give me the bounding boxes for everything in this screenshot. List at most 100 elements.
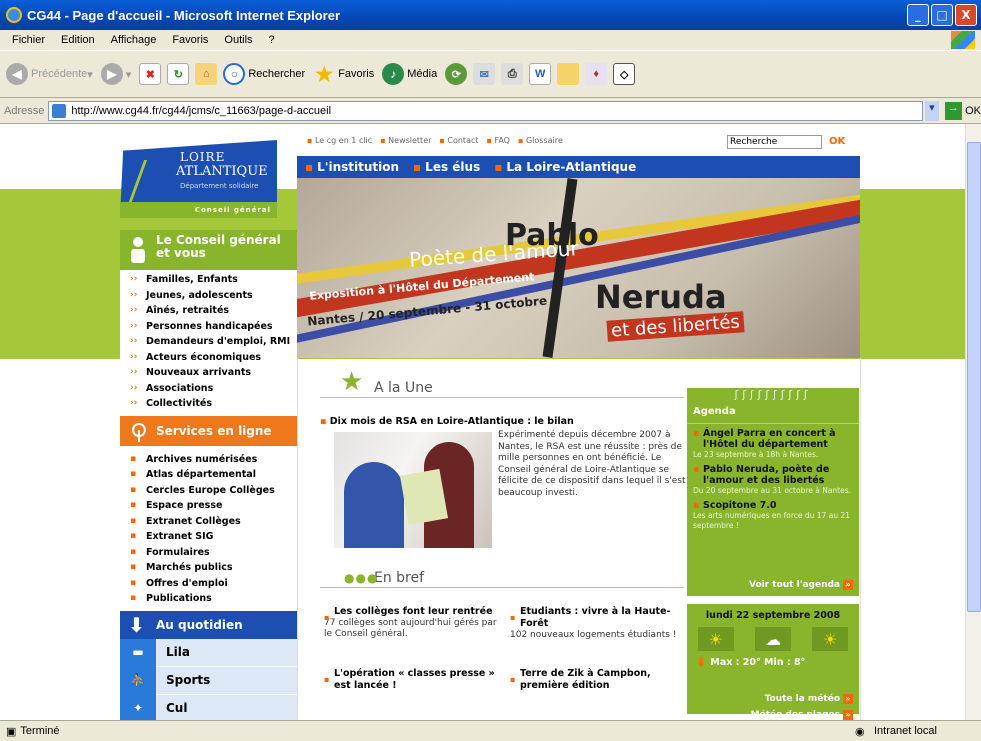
sidebar-item-aines[interactable]: Aînés, retraités <box>128 303 297 319</box>
quotidien-culture[interactable]: ✦ Cul <box>120 694 297 720</box>
search-ok-button[interactable]: OK <box>829 136 845 147</box>
news-terre-de-zik[interactable]: Terre de Zik à Campbon, première édition <box>510 668 690 692</box>
a-la-une: ★A la Une Dix mois de RSA en Loire-Atlan… <box>320 369 686 691</box>
menu-affichage[interactable]: Affichage <box>111 34 157 46</box>
rsa-photo[interactable] <box>334 432 492 548</box>
news-etudiants[interactable]: Etudiants : vivre à la Haute-Forêt 102 n… <box>510 606 690 641</box>
agenda-item-scopitone[interactable]: Scopitone 7.0Les arts numériques en forc… <box>687 496 859 531</box>
edit-icon[interactable]: W <box>529 63 552 85</box>
scroll-thumb[interactable] <box>967 142 981 612</box>
meteo-date: lundi 22 septembre 2008 <box>705 610 841 621</box>
sidebar-item-acteurs[interactable]: Acteurs économiques <box>128 350 297 366</box>
maximize-button[interactable]: □ <box>931 4 953 26</box>
news-colleges[interactable]: Les collèges font leur rentrée 77 collèg… <box>324 606 504 640</box>
nav-loire-atlantique[interactable]: La Loire-Atlantique <box>494 160 636 174</box>
news-classes-presse[interactable]: L'opération « classes presse » est lancé… <box>324 668 504 692</box>
chevron-down-icon[interactable]: ▾ <box>925 100 939 121</box>
menu-fichier[interactable]: Fichier <box>12 34 45 46</box>
address-label: Adresse <box>4 104 45 117</box>
sidebar-list-conseil: Familles, Enfants Jeunes, adolescents Aî… <box>120 270 297 416</box>
agenda-title: Agenda <box>687 402 859 424</box>
sidebar-item-jeunes[interactable]: Jeunes, adolescents <box>128 288 297 304</box>
menu-help[interactable]: ? <box>269 34 275 46</box>
agenda-all-link[interactable]: Voir tout l'agenda» <box>749 580 853 590</box>
neruda-banner[interactable]: Pablo Poète de l'amour Neruda Exposition… <box>297 178 860 358</box>
minimize-button[interactable]: _ <box>907 4 929 26</box>
media-icon: ♪ <box>382 63 405 85</box>
bus-icon: ▬ <box>120 638 156 666</box>
link-newsletter[interactable]: Newsletter <box>380 136 431 145</box>
quotidien-sports[interactable]: ⛹ Sports <box>120 666 297 695</box>
sidebar-item-emploi[interactable]: Demandeurs d'emploi, RMI <box>128 334 297 350</box>
vertical-scrollbar[interactable] <box>965 124 981 720</box>
history-icon[interactable]: ⟳ <box>445 63 468 85</box>
main-nav: L'institution Les élus La Loire-Atlantiq… <box>297 156 860 178</box>
page-icon: ▣ <box>6 725 17 738</box>
sidebar-item-archives[interactable]: Archives numérisées <box>128 452 297 468</box>
rsa-text: Expérimenté depuis décembre 2007 à Nante… <box>498 430 686 498</box>
address-input[interactable]: http://www.cg44.fr/cg44/jcms/c_11663/pag… <box>48 100 924 121</box>
research-icon[interactable]: ◇ <box>613 63 636 85</box>
sidebar-item-marches[interactable]: Marchés publics <box>128 560 297 576</box>
sidebar-item-extranet-sig[interactable]: Extranet SIG <box>128 529 297 545</box>
sidebar-item-extranet-colleges[interactable]: Extranet Collèges <box>128 514 297 530</box>
nav-institution[interactable]: L'institution <box>305 160 399 174</box>
sidebar-item-arrivants[interactable]: Nouveaux arrivants <box>128 365 297 381</box>
sidebar-head-conseil: Le Conseil général et vous <box>120 230 297 270</box>
forward-arrow-icon: ▶ <box>100 63 123 85</box>
menu-edition[interactable]: Edition <box>61 34 95 46</box>
sidebar-item-associations[interactable]: Associations <box>128 381 297 397</box>
refresh-icon[interactable]: ↻ <box>167 63 190 85</box>
favorites-button[interactable]: ★ Favoris <box>313 63 374 86</box>
search-input[interactable]: Recherche <box>727 135 822 149</box>
go-button[interactable]: OK <box>965 105 981 117</box>
title-bar: CG44 - Page d'accueil - Microsoft Intern… <box>0 0 981 30</box>
messenger-icon[interactable]: ♦ <box>585 63 608 85</box>
link-contact[interactable]: Contact <box>439 136 478 145</box>
window-title: CG44 - Page d'accueil - Microsoft Intern… <box>27 7 341 23</box>
search-icon: ○ <box>223 63 246 85</box>
close-button[interactable]: X <box>955 4 977 26</box>
forward-button[interactable]: ▶ ▾ <box>100 63 131 85</box>
sidebar-item-collectivites[interactable]: Collectivités <box>128 396 297 412</box>
sidebar-item-familles[interactable]: Familles, Enfants <box>128 272 297 288</box>
home-icon[interactable]: ⌂ <box>195 63 218 85</box>
menu-favoris[interactable]: Favoris <box>172 34 208 46</box>
arrow-down-icon: ⬇ <box>128 612 145 637</box>
folder-icon[interactable] <box>557 63 580 85</box>
go-icon[interactable]: → <box>944 101 963 120</box>
sidebar-item-atlas[interactable]: Atlas départemental <box>128 467 297 483</box>
sidebar-item-offres[interactable]: Offres d'emploi <box>128 576 297 592</box>
star-icon: ★ <box>340 367 364 397</box>
agenda-item-neruda[interactable]: Pablo Neruda, poète de l'amour et des li… <box>687 460 859 496</box>
meteo-all-link[interactable]: Toute la météo» <box>765 694 853 704</box>
nav-elus[interactable]: Les élus <box>413 160 480 174</box>
link-faq[interactable]: FAQ <box>487 136 510 145</box>
enbref-title: ●●● En bref <box>320 566 684 588</box>
mail-icon[interactable]: ✉ <box>473 63 496 85</box>
banner-neruda: Neruda <box>595 278 727 316</box>
sidebar-item-presse[interactable]: Espace presse <box>128 498 297 514</box>
sidebar-head-quotidien: ⬇ Au quotidien <box>120 610 297 639</box>
sidebar-item-formulaires[interactable]: Formulaires <box>128 545 297 561</box>
status-bar: ▣ Terminé ◉ Intranet local <box>0 720 981 741</box>
menu-outils[interactable]: Outils <box>224 34 252 46</box>
sidebar-item-handicapees[interactable]: Personnes handicapées <box>128 319 297 335</box>
back-button[interactable]: ◀ Précédente ▾ <box>6 63 93 85</box>
cloud-icon: ☁ <box>754 627 791 651</box>
rsa-headline[interactable]: Dix mois de RSA en Loire-Atlantique : le… <box>320 416 684 427</box>
link-glossaire[interactable]: Glossaire <box>518 136 563 145</box>
media-button[interactable]: ♪ Média <box>382 63 437 85</box>
menu-bar: Fichier Edition Affichage Favoris Outils… <box>0 30 981 50</box>
sidebar-item-publications[interactable]: Publications <box>128 591 297 607</box>
meteo-plages-link[interactable]: Météo des plages» <box>751 710 853 720</box>
print-icon[interactable]: ⎙ <box>501 63 524 85</box>
stop-icon[interactable]: ✖ <box>139 63 162 85</box>
quotidien-lila[interactable]: ▬ Lila <box>120 638 297 667</box>
top-links: Le cg en 1 clic Newsletter Contact FAQ G… <box>307 136 563 145</box>
link-cg-1-clic[interactable]: Le cg en 1 clic <box>307 136 372 145</box>
agenda-item-parra[interactable]: Ángel Parra en concert à l'Hôtel du dépa… <box>687 424 859 460</box>
search-button[interactable]: ○ Rechercher <box>223 63 305 85</box>
conseil-general-tag: Conseil général <box>120 202 277 218</box>
sidebar-item-cercles[interactable]: Cercles Europe Collèges <box>128 483 297 499</box>
